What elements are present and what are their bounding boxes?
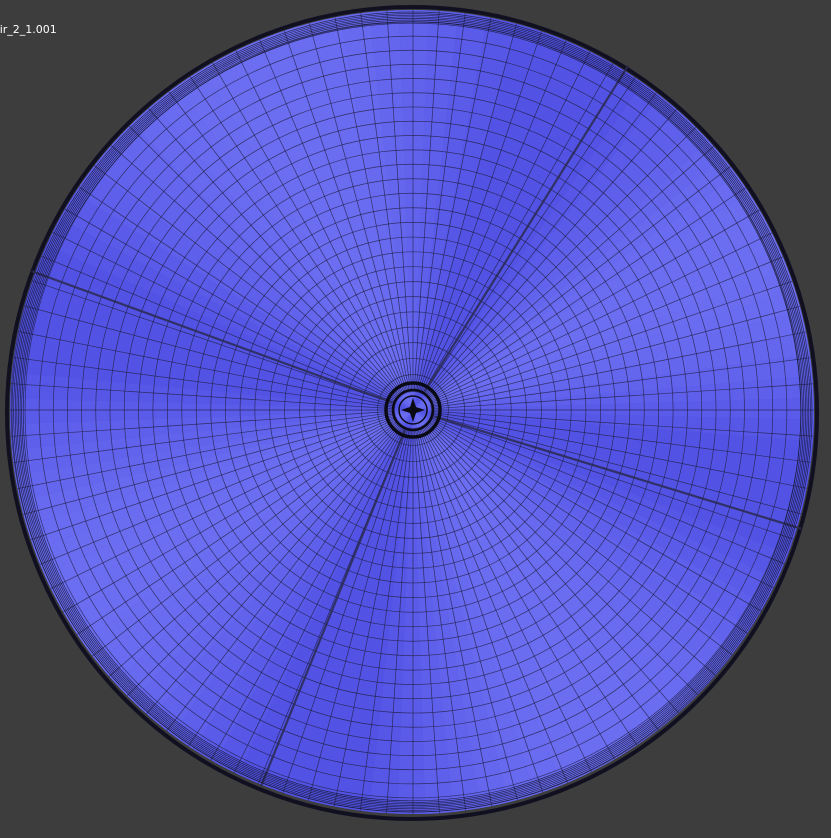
overlay-line-1: aa (0, 1, 57, 20)
overlay-line-2: hair_2_1.001 (0, 23, 57, 36)
uv-mesh-view[interactable] (0, 0, 831, 838)
object-info-overlay: aa hair_2_1.001 (0, 1, 57, 39)
3d-viewport[interactable]: aa hair_2_1.001 (0, 0, 831, 838)
mesh-center-pole (384, 381, 442, 439)
